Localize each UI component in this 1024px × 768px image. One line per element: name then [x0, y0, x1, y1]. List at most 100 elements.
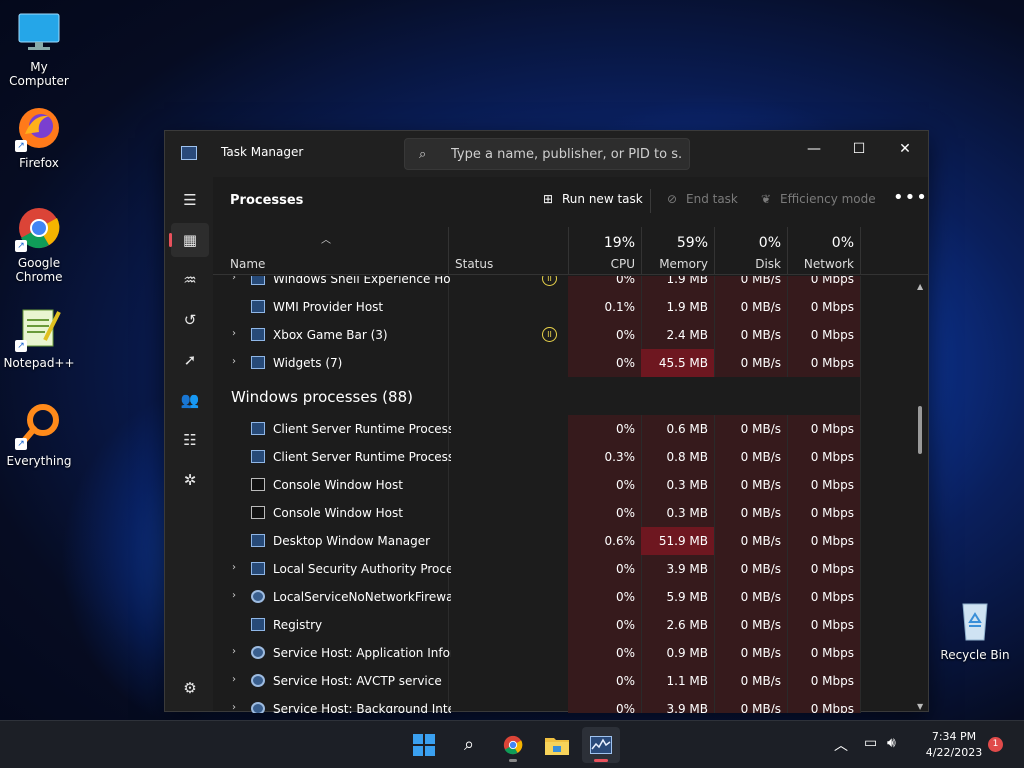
nav-app-history-icon[interactable]: ↺: [171, 303, 209, 337]
page-title: Processes: [230, 193, 304, 208]
expand-chevron-icon[interactable]: ›: [232, 276, 236, 283]
desktop-icon-firefox[interactable]: ↗ Firefox: [0, 104, 78, 170]
cell-disk: 0 MB/s: [740, 478, 781, 492]
table-row[interactable]: › Service Host: Application Infor... 0% 0.9…: [213, 639, 913, 667]
hamburger-menu-icon[interactable]: ☰: [171, 183, 209, 217]
nav-services-icon[interactable]: ✲: [171, 463, 209, 497]
end-task-icon: ⊘: [666, 192, 678, 206]
desktop-icon-notepadpp[interactable]: ↗ Notepad++: [0, 304, 78, 370]
process-name: Console Window Host: [273, 506, 403, 520]
taskbar-file-explorer-button[interactable]: [538, 727, 576, 763]
expand-chevron-icon[interactable]: ›: [232, 356, 236, 367]
cell-mem: 0.3 MB: [666, 506, 708, 520]
table-row[interactable]: › Service Host: Background Inte... 0% 3.9 M…: [213, 695, 913, 713]
maximize-button[interactable]: ☐: [837, 135, 881, 165]
nav-users-icon[interactable]: 👥: [171, 383, 209, 417]
nav-settings-gear-icon[interactable]: ⚙: [171, 671, 209, 705]
title-bar[interactable]: Task Manager ⌕ — ☐ ✕: [165, 131, 928, 177]
process-window-icon: [251, 276, 265, 285]
scroll-up-arrow-icon[interactable]: ▲: [917, 282, 923, 291]
cell-cpu: 0%: [615, 562, 635, 576]
search-input[interactable]: [451, 145, 681, 163]
table-row[interactable]: Registry 0% 2.6 MB 0 MB/s 0 Mbps: [213, 611, 913, 639]
table-row[interactable]: › Xbox Game Bar (3) II 0% 2.4 MB 0 MB/s 0 Mbps: [213, 321, 913, 349]
table-row[interactable]: › LocalServiceNoNetworkFirewa... 0% 5.9 MB 0…: [213, 583, 913, 611]
taskbar-search-button[interactable]: ⌕: [450, 727, 488, 763]
close-button[interactable]: ✕: [883, 135, 927, 165]
expand-chevron-icon[interactable]: ›: [232, 646, 236, 657]
expand-chevron-icon[interactable]: ›: [232, 590, 236, 601]
nav-startup-apps-icon[interactable]: ➚: [171, 343, 209, 377]
nav-details-icon[interactable]: ☷: [171, 423, 209, 457]
table-row[interactable]: Console Window Host 0% 0.3 MB 0 MB/s 0 Mbps: [213, 471, 913, 499]
end-task-label: End task: [686, 192, 738, 206]
scroll-down-arrow-icon[interactable]: ▼: [917, 702, 923, 711]
taskbar-task-manager-button[interactable]: [582, 727, 620, 763]
expand-chevron-icon[interactable]: ›: [232, 674, 236, 685]
table-row[interactable]: › Local Security Authority Proce... 0% 3.9 …: [213, 555, 913, 583]
cell-mem: 3.9 MB: [666, 562, 708, 576]
desktop-icon-everything[interactable]: ↗ Everything: [0, 402, 78, 468]
expand-chevron-icon[interactable]: ›: [232, 702, 236, 713]
cell-mem: 2.4 MB: [666, 328, 708, 342]
cell-net: 0 Mbps: [810, 534, 854, 548]
cell-mem: 0.9 MB: [666, 646, 708, 660]
system-clock[interactable]: 7:34 PM 4/22/2023: [916, 729, 992, 761]
table-row[interactable]: Console Window Host 0% 0.3 MB 0 MB/s 0 Mbps: [213, 499, 913, 527]
taskbar-chrome-button[interactable]: [494, 727, 532, 763]
desktop-icon-recycle-bin[interactable]: Recycle Bin: [936, 596, 1014, 662]
table-row[interactable]: WMI Provider Host 0.1% 1.9 MB 0 MB/s 0 Mbps: [213, 293, 913, 321]
table-row[interactable]: › Windows Shell Experience Ho... II 0% 1.9 M…: [213, 276, 913, 293]
column-header-network[interactable]: 0% Network: [787, 227, 860, 275]
nav-performance-icon[interactable]: ♒: [171, 263, 209, 297]
desktop-icon-my-computer[interactable]: My Computer: [0, 8, 78, 88]
table-row[interactable]: › Widgets (7) 0% 45.5 MB 0 MB/s 0 Mbps: [213, 349, 913, 377]
run-new-task-button[interactable]: ⊞ Run new task: [540, 192, 643, 206]
search-box[interactable]: ⌕: [404, 138, 690, 170]
cell-net: 0 Mbps: [810, 702, 854, 713]
column-header-name[interactable]: ︿ Name: [213, 227, 448, 275]
network-icon[interactable]: ▭: [864, 735, 877, 751]
show-hidden-icons-chevron-icon[interactable]: ︿: [834, 735, 848, 755]
cell-disk: 0 MB/s: [740, 276, 781, 286]
table-row[interactable]: › Service Host: AVCTP service 0% 1.1 MB 0 MB…: [213, 667, 913, 695]
table-row[interactable]: Desktop Window Manager 0.6% 51.9 MB 0 MB/s 0…: [213, 527, 913, 555]
table-row[interactable]: Client Server Runtime Process 0% 0.6 MB 0 M…: [213, 415, 913, 443]
cell-net: 0 Mbps: [810, 300, 854, 314]
minimize-button[interactable]: —: [792, 135, 836, 165]
table-row[interactable]: Client Server Runtime Process 0.3% 0.8 MB 0…: [213, 443, 913, 471]
process-name: Service Host: Background Inte...: [273, 702, 451, 713]
group-header-row[interactable]: Windows processes (88): [213, 377, 913, 415]
cell-disk: 0 MB/s: [740, 356, 781, 370]
cell-mem: 45.5 MB: [658, 356, 708, 370]
process-name: Xbox Game Bar (3): [273, 328, 388, 342]
vertical-scrollbar[interactable]: ▲ ▼: [913, 276, 929, 713]
column-header-disk[interactable]: 0% Disk: [714, 227, 787, 275]
process-list[interactable]: › Windows Shell Experience Ho... II 0% 1.9 M…: [213, 276, 913, 713]
start-button[interactable]: [405, 727, 443, 763]
desktop-icon-google-chrome[interactable]: ↗ Google Chrome: [0, 204, 78, 284]
cell-mem: 0.6 MB: [666, 422, 708, 436]
clock-time: 7:34 PM: [931, 730, 977, 743]
column-header-memory[interactable]: 59% Memory: [641, 227, 714, 275]
cell-net: 0 Mbps: [810, 478, 854, 492]
more-options-button[interactable]: •••: [893, 187, 928, 208]
end-task-button[interactable]: ⊘ End task: [664, 192, 738, 206]
cell-disk: 0 MB/s: [740, 618, 781, 632]
cell-cpu: 0%: [615, 506, 635, 520]
scrollbar-thumb[interactable]: [918, 406, 922, 454]
expand-chevron-icon[interactable]: ›: [232, 328, 236, 339]
column-total-pct: 0%: [758, 235, 781, 251]
efficiency-mode-button[interactable]: ❦ Efficiency mode: [758, 192, 876, 206]
process-window-icon: [251, 562, 265, 575]
column-header-status[interactable]: Status: [448, 227, 568, 275]
service-gear-icon: [251, 590, 265, 603]
nav-processes-icon[interactable]: ▦: [169, 223, 209, 257]
chrome-icon: ↗: [15, 204, 63, 252]
volume-icon[interactable]: 🔊︎: [887, 735, 896, 751]
cell-cpu: 0%: [615, 646, 635, 660]
column-header-cpu[interactable]: 19% CPU: [568, 227, 641, 275]
expand-chevron-icon[interactable]: ›: [232, 562, 236, 573]
cell-mem: 1.9 MB: [666, 300, 708, 314]
notification-badge[interactable]: 1: [988, 737, 1003, 752]
